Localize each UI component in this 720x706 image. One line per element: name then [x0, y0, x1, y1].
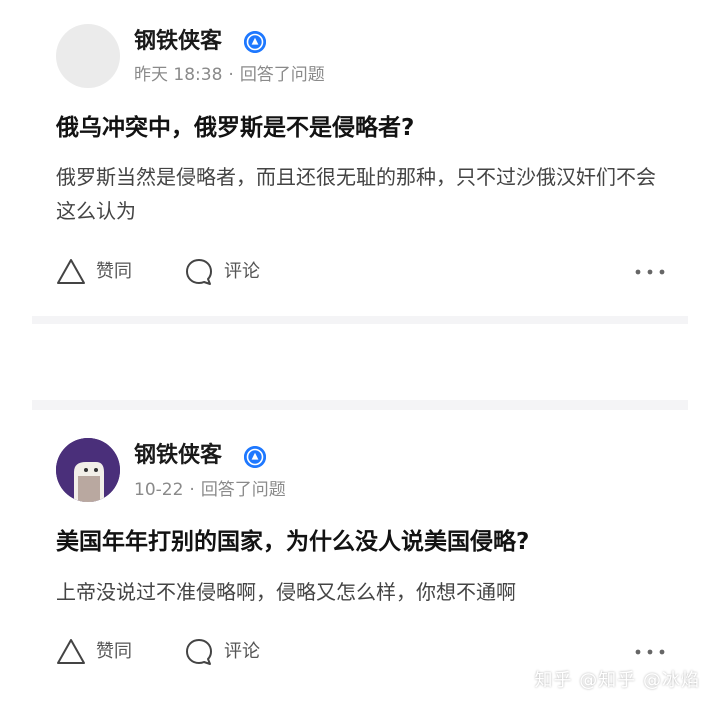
like-label: 赞同 [96, 641, 132, 662]
feed-card[interactable]: 钢铁侠客 10-22 · 回答了问题 美国年年打别的国家，为什么没人说美国侵略? 上… [0, 412, 720, 706]
divider [32, 400, 688, 410]
comment-button[interactable]: 评论 [184, 254, 260, 290]
more-button[interactable] [634, 254, 666, 290]
post-action-text: 回答了问题 [200, 480, 286, 500]
comment-bubble-icon [184, 257, 214, 287]
author-name[interactable]: 钢铁侠客 [134, 442, 222, 470]
author-name[interactable]: 钢铁侠客 [134, 28, 222, 56]
watermark: 知乎 @知乎 @冰焰 [534, 670, 700, 691]
more-dots-icon [634, 268, 666, 276]
answer-excerpt[interactable]: 俄罗斯当然是侵略者，而且还很无耻的那种，只不过沙俄汉奸们不会这么认为 [56, 160, 656, 228]
more-button[interactable] [634, 634, 666, 670]
triangle-up-icon [56, 637, 86, 667]
like-button[interactable]: 赞同 [56, 634, 132, 670]
meta-separator: · [189, 480, 195, 500]
comment-label: 评论 [224, 641, 260, 662]
action-bar: 赞同 评论 [56, 634, 666, 670]
verified-badge-icon [244, 31, 266, 53]
comment-bubble-icon [184, 637, 214, 667]
comment-label: 评论 [224, 261, 260, 282]
triangle-up-icon [56, 257, 86, 287]
feed-card[interactable]: 钢铁侠客 昨天 18:38 · 回答了问题 俄乌冲突中，俄罗斯是不是侵略者? 俄罗斯… [0, 0, 720, 318]
verified-badge-icon [244, 446, 266, 468]
comment-button[interactable]: 评论 [184, 634, 260, 670]
meta-separator: · [228, 65, 234, 85]
divider [32, 316, 688, 324]
question-title[interactable]: 美国年年打别的国家，为什么没人说美国侵略? [56, 526, 529, 558]
avatar[interactable] [56, 24, 120, 88]
post-action-text: 回答了问题 [239, 65, 325, 85]
action-bar: 赞同 评论 [56, 254, 666, 290]
answer-excerpt[interactable]: 上帝没说过不准侵略啊，侵略又怎么样，你想不通啊 [56, 575, 656, 609]
question-title[interactable]: 俄乌冲突中，俄罗斯是不是侵略者? [56, 112, 414, 144]
post-meta: 昨天 18:38 · 回答了问题 [134, 63, 325, 87]
more-dots-icon [634, 648, 666, 656]
like-button[interactable]: 赞同 [56, 254, 132, 290]
post-time: 10-22 [134, 480, 184, 500]
like-label: 赞同 [96, 261, 132, 282]
post-time: 昨天 18:38 [134, 65, 223, 85]
post-meta: 10-22 · 回答了问题 [134, 478, 286, 502]
avatar[interactable] [56, 438, 120, 502]
